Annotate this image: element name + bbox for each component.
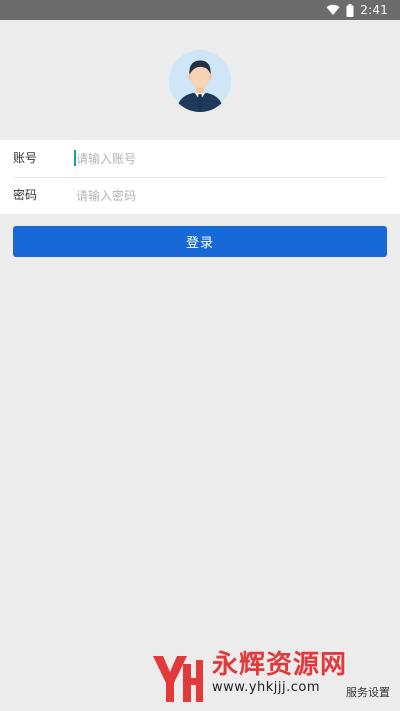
account-row: 账号: [0, 140, 400, 177]
status-time: 2:41: [360, 3, 388, 17]
battery-icon: [346, 3, 354, 17]
watermark-url: www.yhkjjj.com: [212, 680, 321, 695]
account-input[interactable]: [73, 146, 376, 171]
watermark-logo: [153, 656, 203, 702]
watermark: 永辉资源网 www.yhkjjj.com: [150, 650, 347, 706]
watermark-text: 永辉资源网 www.yhkjjj.com: [212, 650, 347, 696]
text-cursor: [74, 150, 76, 166]
login-form: 账号 密码: [0, 140, 400, 214]
server-settings-link[interactable]: 服务设置: [346, 684, 390, 700]
password-input[interactable]: [73, 183, 376, 208]
wifi-icon: [326, 4, 340, 15]
password-label: 密码: [13, 188, 38, 202]
login-screen: 2:41 账号 密码 登录: [0, 0, 400, 711]
login-button[interactable]: 登录: [13, 226, 387, 257]
status-bar: 2:41: [0, 0, 400, 20]
password-row: 密码: [0, 177, 400, 214]
watermark-name: 永辉资源网: [212, 650, 348, 680]
status-indicators: 2:41: [326, 1, 388, 19]
account-label: 账号: [13, 151, 38, 165]
user-avatar-icon: [169, 50, 231, 112]
